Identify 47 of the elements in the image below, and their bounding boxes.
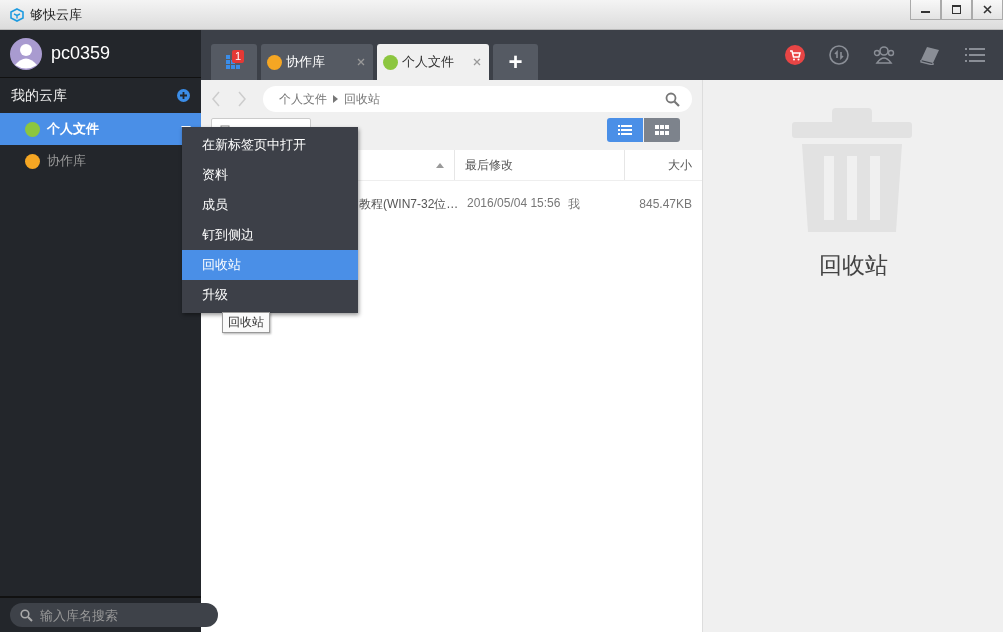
avatar-icon (10, 37, 42, 70)
menu-item[interactable]: 升级 (182, 280, 358, 310)
book-icon[interactable] (919, 45, 941, 65)
search-icon (20, 609, 33, 622)
minimize-button[interactable] (910, 0, 941, 20)
cube-logo-icon (10, 7, 24, 22)
close-tab-icon[interactable] (357, 58, 365, 66)
tooltip: 回收站 (222, 312, 270, 333)
search-icon[interactable] (665, 91, 680, 107)
window-title: 够快云库 (30, 5, 82, 24)
sort-ascending-icon[interactable] (436, 162, 444, 168)
breadcrumb-item[interactable]: 回收站 (344, 90, 380, 108)
file-name: 教程(WIN7-32位… (359, 196, 459, 211)
add-icon[interactable] (177, 89, 190, 102)
file-size: 845.47KB (638, 197, 693, 211)
library-tab[interactable]: 协作库 (261, 44, 373, 80)
apps-tab[interactable]: 1 (211, 44, 257, 80)
list-icon (618, 125, 632, 135)
cart-icon[interactable] (785, 45, 805, 65)
menu-icon[interactable] (965, 47, 985, 63)
list-view-button[interactable] (607, 118, 643, 142)
modified-time: 2016/05/04 15:56 (467, 195, 561, 212)
library-tab[interactable]: 个人文件 (377, 44, 489, 80)
grid-view-button[interactable] (644, 118, 680, 142)
detail-title: 回收站 (818, 251, 888, 280)
column-header[interactable]: 大小 (625, 150, 702, 180)
group-icon[interactable] (873, 45, 895, 65)
maximize-icon (952, 5, 961, 14)
breadcrumb-item[interactable]: 个人文件 (279, 90, 327, 108)
grid-icon (655, 125, 669, 135)
search-field[interactable]: 输入库名搜索 (10, 603, 218, 627)
menu-item[interactable]: 钉到侧边 (182, 220, 358, 250)
close-icon (983, 5, 992, 14)
library-name: 协作库 (47, 152, 86, 170)
notification-badge: 1 (232, 50, 245, 63)
close-tab-icon[interactable] (473, 58, 481, 66)
menu-item[interactable]: 成员 (182, 190, 358, 220)
library-name: 个人文件 (47, 120, 99, 138)
user-name: pc0359 (51, 43, 111, 64)
chevron-icon (333, 95, 338, 103)
maximize-button[interactable] (941, 0, 972, 20)
section-title: 我的云库 (11, 86, 67, 105)
column-header[interactable]: 最后修改 (455, 150, 625, 180)
owner-name: 我 (568, 195, 581, 213)
close-button[interactable] (972, 0, 1003, 20)
sync-icon[interactable] (829, 45, 849, 65)
new-tab-button[interactable]: + (493, 44, 538, 80)
